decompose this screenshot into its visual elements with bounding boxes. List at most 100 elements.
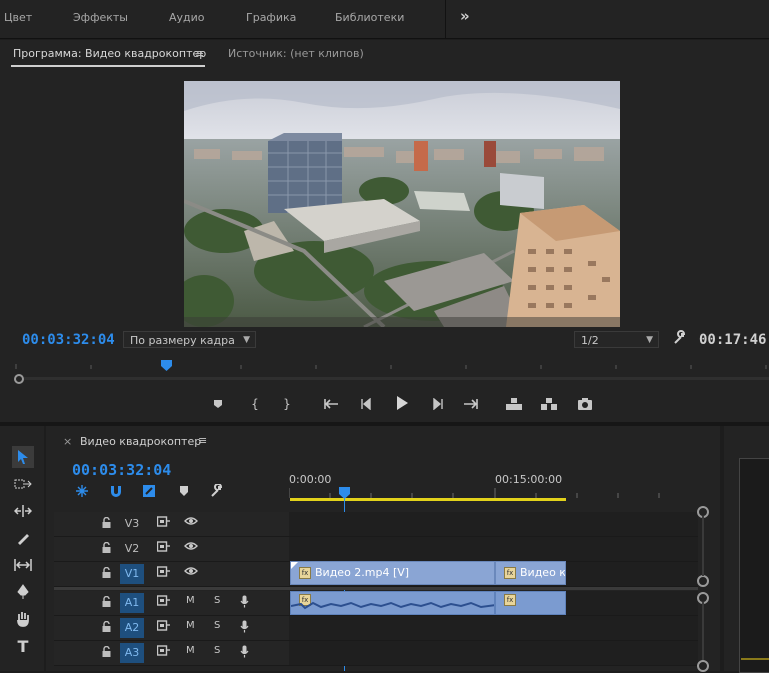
workspace-graphics[interactable]: Графика xyxy=(246,11,296,24)
sync-lock-icon[interactable] xyxy=(156,645,171,659)
snap-magnet-icon[interactable] xyxy=(109,484,123,498)
lock-icon[interactable] xyxy=(102,645,111,660)
tab-source[interactable]: Источник: (нет клипов) xyxy=(228,47,364,60)
solo-button[interactable]: S xyxy=(214,620,220,631)
track-area-a3[interactable] xyxy=(289,641,698,666)
tab-active-underline xyxy=(11,65,205,67)
program-timecode[interactable]: 00:03:32:04 xyxy=(22,332,115,348)
scroll-handle-mid[interactable] xyxy=(697,575,709,587)
workspace-audio[interactable]: Аудио xyxy=(169,11,205,24)
type-tool-icon[interactable]: T xyxy=(12,635,34,657)
nest-icon[interactable] xyxy=(75,484,89,498)
track-name[interactable]: V2 xyxy=(120,539,144,559)
track-area-v2[interactable] xyxy=(289,537,698,562)
export-frame-icon[interactable] xyxy=(576,395,594,413)
clip-audio-a1-second[interactable]: fx xyxy=(495,591,566,615)
microphone-icon[interactable] xyxy=(240,645,249,661)
track-area-v3[interactable] xyxy=(289,512,698,537)
video-scrollbar[interactable] xyxy=(702,516,704,576)
step-forward-icon[interactable] xyxy=(428,395,446,413)
linked-selection-icon[interactable] xyxy=(142,484,156,498)
timeline-ruler[interactable] xyxy=(288,488,698,498)
wrench-icon[interactable] xyxy=(672,330,688,346)
microphone-icon[interactable] xyxy=(240,620,249,636)
go-to-in-icon[interactable] xyxy=(323,395,341,413)
timeline-sequence-title[interactable]: Видео квадрокоптер xyxy=(80,435,201,448)
selection-tool-icon[interactable] xyxy=(12,446,34,468)
mute-button[interactable]: M xyxy=(186,620,195,631)
eye-icon[interactable] xyxy=(184,541,198,554)
mute-button[interactable]: M xyxy=(186,645,195,656)
solo-button[interactable]: S xyxy=(214,645,220,656)
pen-tool-icon[interactable] xyxy=(12,581,34,603)
mark-in-icon[interactable]: { xyxy=(246,395,264,413)
lock-icon[interactable] xyxy=(102,541,111,556)
lock-icon[interactable] xyxy=(102,620,111,635)
sync-lock-icon[interactable] xyxy=(156,620,171,634)
clip-audio-a1[interactable]: fx xyxy=(290,591,495,615)
timeline-playhead-head[interactable] xyxy=(339,487,350,499)
monitor-playhead[interactable] xyxy=(161,360,172,371)
monitor-time-ruler[interactable] xyxy=(14,359,769,369)
slip-tool-icon[interactable] xyxy=(12,554,34,576)
track-name[interactable]: V1 xyxy=(120,564,144,584)
track-header-v3[interactable]: V3 xyxy=(54,512,289,537)
hand-tool-icon[interactable] xyxy=(12,608,34,630)
workspace-more-icon[interactable]: » xyxy=(460,7,470,25)
track-name[interactable]: A2 xyxy=(120,618,144,638)
track-select-tool-icon[interactable] xyxy=(12,473,34,495)
razor-tool-icon[interactable] xyxy=(12,527,34,549)
tab-program-menu-icon[interactable]: ≡ xyxy=(195,47,204,60)
scroll-handle-bottom[interactable] xyxy=(697,660,709,672)
audio-scrollbar[interactable] xyxy=(702,602,704,660)
sync-lock-icon[interactable] xyxy=(156,595,171,609)
track-name[interactable]: V3 xyxy=(120,514,144,534)
timeline-timecode[interactable]: 00:03:32:04 xyxy=(72,461,171,479)
sync-lock-icon[interactable] xyxy=(156,516,171,530)
lock-icon[interactable] xyxy=(102,566,111,581)
track-name[interactable]: A1 xyxy=(120,593,144,613)
fx-badge-icon: fx xyxy=(504,594,516,606)
lock-icon[interactable] xyxy=(102,595,111,610)
eye-icon[interactable] xyxy=(184,566,198,579)
eye-icon[interactable] xyxy=(184,516,198,529)
timeline-close-icon[interactable]: × xyxy=(63,435,72,448)
lift-icon[interactable] xyxy=(505,395,523,413)
solo-button[interactable]: S xyxy=(214,595,220,606)
clip-video-v1-second[interactable]: fx Видео к xyxy=(495,561,566,585)
extract-icon[interactable] xyxy=(540,395,558,413)
track-name[interactable]: A3 xyxy=(120,643,144,663)
tab-program[interactable]: Программа: Видео квадрокоптер xyxy=(13,47,206,60)
play-icon[interactable] xyxy=(393,394,411,412)
track-header-v2[interactable]: V2 xyxy=(54,537,289,562)
work-area-bar[interactable] xyxy=(290,498,566,501)
workspace-color[interactable]: Цвет xyxy=(4,11,32,24)
track-header-a1[interactable]: A1 M S xyxy=(54,591,289,616)
resolution-dropdown[interactable]: 1/2 ▼ xyxy=(574,331,659,348)
video-audio-divider[interactable] xyxy=(54,587,698,590)
step-back-icon[interactable] xyxy=(358,395,376,413)
track-header-a3[interactable]: A3 M S xyxy=(54,641,289,666)
clip-video2-v1[interactable]: fx Видео 2.mp4 [V] xyxy=(290,561,495,585)
mute-button[interactable]: M xyxy=(186,595,195,606)
microphone-icon[interactable] xyxy=(240,595,249,611)
mark-out-icon[interactable]: } xyxy=(278,395,296,413)
workspace-effects[interactable]: Эффекты xyxy=(73,11,128,24)
track-header-v1[interactable]: V1 xyxy=(54,562,289,587)
workspace-libraries[interactable]: Библиотеки xyxy=(335,11,404,24)
zoom-handle-left[interactable] xyxy=(14,374,24,384)
lock-icon[interactable] xyxy=(102,516,111,531)
add-marker-icon[interactable] xyxy=(209,395,227,413)
fit-dropdown[interactable]: По размеру кадра ▼ xyxy=(123,331,256,348)
monitor-zoom-bar[interactable] xyxy=(24,377,769,380)
timeline-marker-icon[interactable] xyxy=(179,485,189,497)
track-area-a2[interactable] xyxy=(289,616,698,641)
timeline-menu-icon[interactable]: ≡ xyxy=(198,434,207,447)
sync-lock-icon[interactable] xyxy=(156,566,171,580)
timeline-settings-wrench-icon[interactable] xyxy=(210,483,224,498)
track-header-a2[interactable]: A2 M S xyxy=(54,616,289,641)
chevron-down-icon: ▼ xyxy=(646,335,653,345)
sync-lock-icon[interactable] xyxy=(156,541,171,555)
go-to-out-icon[interactable] xyxy=(461,395,479,413)
ripple-edit-tool-icon[interactable] xyxy=(12,500,34,522)
